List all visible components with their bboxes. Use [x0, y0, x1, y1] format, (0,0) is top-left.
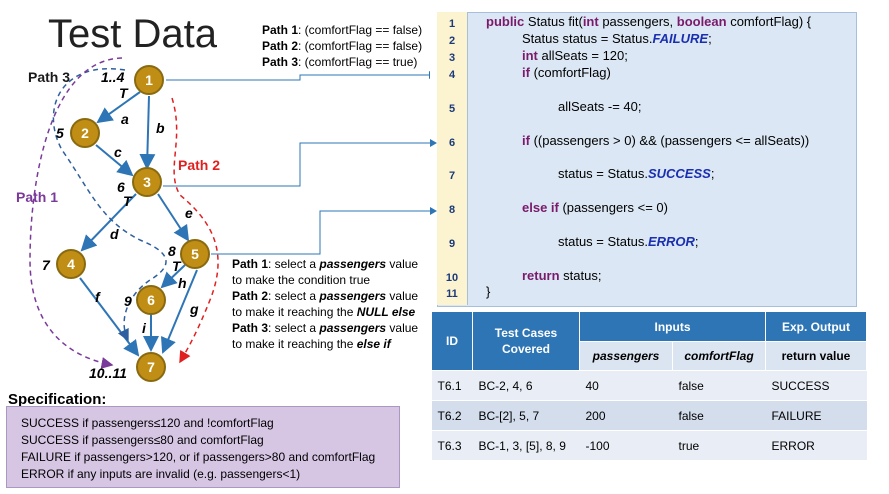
graph-node-5: 5	[180, 239, 210, 269]
test-case-table: ID Test Cases Covered Inputs Exp. Output…	[431, 311, 867, 461]
spec-line: SUCCESS if passengers≤80 and comfortFlag	[21, 433, 264, 447]
code-line-3: int allSeats = 120;	[522, 48, 628, 63]
code-line-7: status = Status.SUCCESS;	[558, 166, 715, 181]
edge-label-e: e	[185, 205, 193, 221]
graph-node-3: 3	[132, 167, 162, 197]
edge-label-d: d	[110, 226, 119, 242]
subheader-passengers: passengers	[579, 341, 673, 371]
path-condition-1: Path 1: (comfortFlag == false)	[262, 23, 423, 37]
path-condition-3: Path 3: (comfortFlag == true)	[262, 55, 418, 69]
node-7-lines: 10..11	[89, 365, 127, 381]
code-line-1: public Status fit(int passengers, boolea…	[486, 14, 812, 29]
code-line-9: status = Status.ERROR;	[558, 234, 699, 249]
col-header-cases: Test Cases Covered	[472, 311, 580, 371]
graph-node-7: 7	[136, 352, 166, 382]
code-line-8: else if (passengers <= 0)	[522, 200, 668, 215]
edge-label-a: a	[121, 111, 129, 127]
true-label-1: T	[119, 85, 129, 101]
path2-trace	[171, 97, 219, 364]
code-line-4: if (comfortFlag)	[522, 65, 611, 80]
table-row: T6.1 BC-2, 4, 6 40 false SUCCESS	[431, 370, 867, 401]
svg-text:6: 6	[147, 292, 155, 308]
node-5-lines: 8	[168, 243, 176, 259]
code-line-5: allSeats -= 40;	[558, 99, 642, 114]
code-line-10: return status;	[522, 268, 602, 283]
hint-path2-line2: to make it reaching the NULL else	[232, 305, 416, 319]
specification-box: SUCCESS if passengers≤120 and !comfortFl…	[6, 406, 400, 488]
true-label-3: T	[172, 258, 182, 274]
edge-label-f: f	[95, 289, 101, 305]
graph-node-6: 6	[136, 285, 166, 315]
node-4-lines: 7	[42, 257, 51, 273]
col-header-inputs: Inputs	[579, 311, 766, 342]
edge-f	[79, 277, 140, 357]
true-label-2: T	[123, 193, 133, 209]
svg-text:4: 4	[67, 256, 75, 272]
edge-label-b: b	[156, 120, 165, 136]
node-2-lines: 5	[56, 125, 64, 141]
subheader-comfortflag: comfortFlag	[672, 341, 766, 371]
spec-line: SUCCESS if passengers≤120 and !comfortFl…	[21, 416, 274, 430]
path-condition-2: Path 2: (comfortFlag == false)	[262, 39, 423, 53]
path-conditions: Path 1: (comfortFlag == false) Path 2: (…	[262, 22, 422, 70]
table-row: T6.3 BC-1, 3, [5], 8, 9 -100 true ERROR	[431, 430, 867, 461]
hint-path2: Path 2: select a passengers value	[232, 289, 419, 303]
svg-text:2: 2	[81, 125, 89, 141]
svg-text:7: 7	[147, 359, 155, 375]
subheader-return: return value	[765, 341, 867, 371]
svg-text:5: 5	[191, 246, 199, 262]
spec-line: FAILURE if passengers>120, or if passeng…	[21, 450, 376, 464]
graph-node-4: 4	[56, 249, 86, 279]
code-line-6: if ((passengers > 0) && (passengers <= a…	[522, 133, 810, 148]
edge-b	[139, 95, 156, 170]
code-line-11: }	[486, 284, 491, 299]
svg-text:3: 3	[143, 174, 151, 190]
svg-text:1: 1	[145, 72, 153, 88]
edge-label-h: h	[178, 275, 187, 291]
node-1-lines: 1..4	[101, 69, 125, 85]
hint-path3-line2: to make it reaching the else if	[232, 337, 391, 351]
edge-label-c: c	[114, 144, 122, 160]
col-header-expected: Exp. Output	[765, 311, 867, 342]
path1-trace	[29, 57, 123, 369]
graph-node-1: 1	[134, 65, 164, 95]
spec-line: ERROR if any inputs are invalid (e.g. pa…	[21, 467, 301, 481]
code-body: public Status fit(int passengers, boolea…	[468, 12, 854, 305]
path3-label: Path 3	[28, 69, 70, 85]
path2-label: Path 2	[178, 157, 220, 173]
edge-label-g: g	[189, 301, 199, 317]
line-number-gutter: 1 2 3 4 5 6 7 8 9 10 11	[437, 12, 468, 305]
hint-path1-line2: to make the condition true	[232, 273, 371, 287]
path-hints: Path 1: select a passengers value to mak…	[232, 256, 418, 352]
code-line-2: Status status = Status.FAILURE;	[522, 31, 712, 46]
edge-label-i: i	[142, 320, 147, 336]
edge-e	[157, 193, 190, 242]
table-row: T6.2 BC-[2], 5, 7 200 false FAILURE	[431, 400, 867, 431]
graph-node-2: 2	[70, 118, 100, 148]
hint-path3: Path 3: select a passengers value	[232, 321, 419, 335]
hint-path1: Path 1: select a passengers value	[232, 257, 419, 271]
node-6-lines: 9	[124, 293, 132, 309]
col-header-id: ID	[431, 311, 473, 371]
path1-label: Path 1	[16, 189, 58, 205]
